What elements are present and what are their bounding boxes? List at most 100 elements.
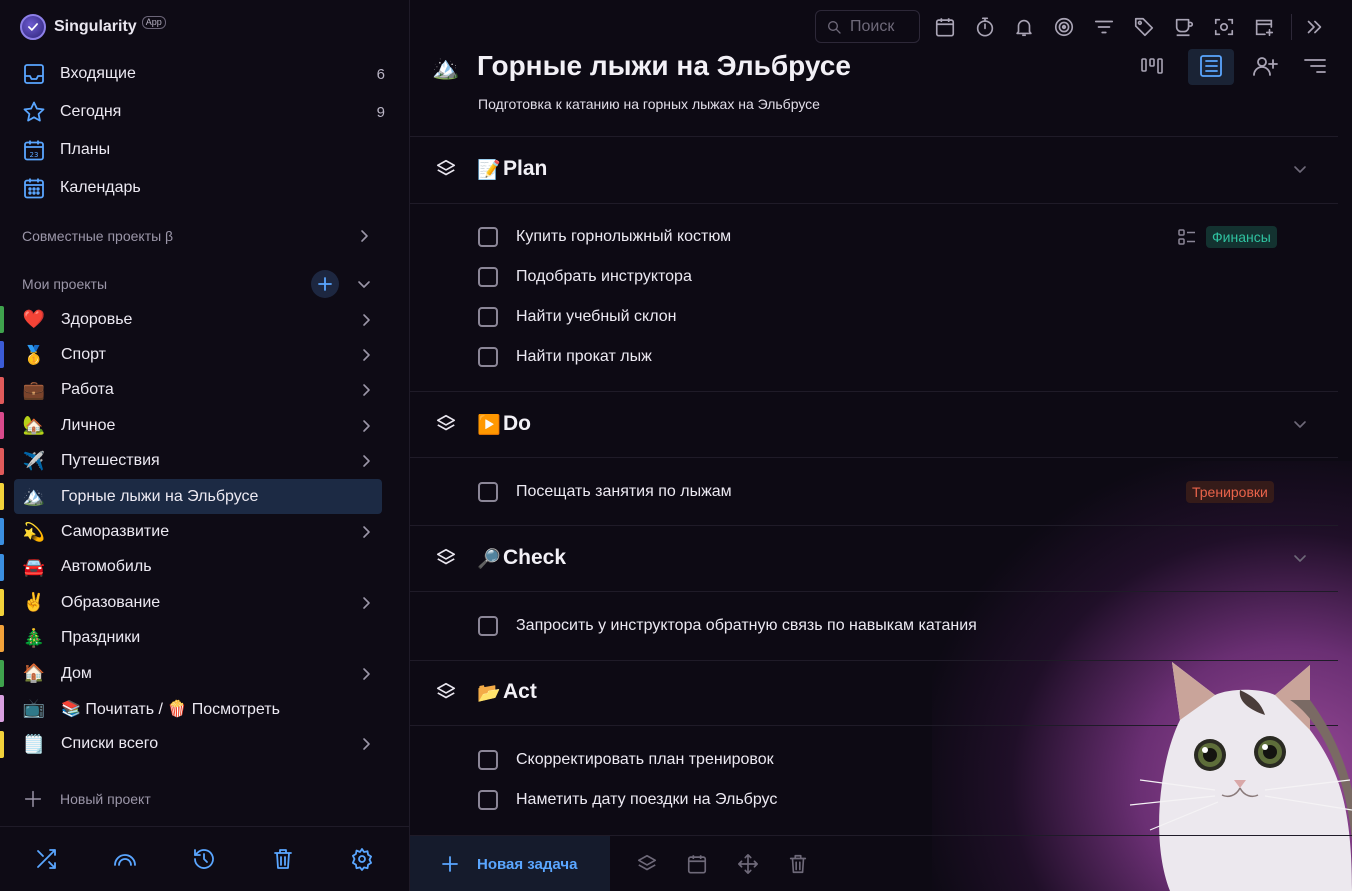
filter-icon[interactable] <box>1093 16 1115 38</box>
task-checkbox[interactable] <box>478 307 498 327</box>
bell-icon[interactable] <box>1013 16 1035 38</box>
chevron-right-icon[interactable] <box>358 595 374 611</box>
chevron-right-icon[interactable] <box>358 666 374 682</box>
nav-item-plans[interactable]: 23 Планы <box>0 131 410 169</box>
task-text[interactable]: Запросить у инструктора обратную связь п… <box>516 617 977 635</box>
chevron-right-icon[interactable] <box>358 347 374 363</box>
nav-item-calendar[interactable]: Календарь <box>0 169 410 207</box>
project-item[interactable]: ❤️ Здоровье <box>0 302 410 337</box>
task-row[interactable]: Запросить у инструктора обратную связь п… <box>410 608 1338 644</box>
layers-icon <box>435 547 457 569</box>
project-item[interactable]: 💼 Работа <box>0 373 410 408</box>
project-label: Саморазвитие <box>61 523 170 541</box>
task-checkbox[interactable] <box>478 347 498 367</box>
task-group-header[interactable]: 📝 Plan <box>410 149 1338 189</box>
project-label: Путешествия <box>61 452 160 470</box>
project-color-bar <box>0 518 4 546</box>
scan-focus-icon[interactable] <box>1213 16 1235 38</box>
nav-item-today[interactable]: Сегодня 9 <box>0 93 410 131</box>
group-title: Do <box>503 412 531 435</box>
tag-badge[interactable]: Тренировки <box>1186 481 1274 503</box>
task-checkbox[interactable] <box>478 482 498 502</box>
project-emoji: ✈️ <box>22 450 46 472</box>
trash-icon[interactable] <box>271 847 295 871</box>
task-text[interactable]: Найти прокат лыж <box>516 348 652 366</box>
chevron-down-icon[interactable] <box>1292 161 1308 177</box>
task-checkbox[interactable] <box>478 227 498 247</box>
trash-icon[interactable] <box>787 853 809 875</box>
chevron-down-icon[interactable] <box>356 276 372 292</box>
new-task-button[interactable]: Новая задача <box>410 836 610 891</box>
task-row[interactable]: Найти прокат лыж <box>410 339 1338 375</box>
task-text[interactable]: Наметить дату поездки на Эльбрус <box>516 791 777 809</box>
task-group-header[interactable]: 🔎 Check <box>410 538 1338 578</box>
focus-target-icon[interactable] <box>1053 16 1075 38</box>
add-project-button[interactable] <box>311 270 339 298</box>
signal-arc-icon[interactable] <box>113 847 137 871</box>
project-item[interactable]: 🗒️ Списки всего <box>0 727 410 762</box>
chevron-down-icon[interactable] <box>1292 550 1308 566</box>
chevron-right-icon[interactable] <box>358 312 374 328</box>
task-row[interactable]: Посещать занятия по лыжам Тренировки <box>410 474 1338 510</box>
project-label: Дом <box>61 664 92 682</box>
chevron-right-icon[interactable] <box>358 736 374 752</box>
chevron-right-icon[interactable] <box>358 418 374 434</box>
timer-icon[interactable] <box>974 16 996 38</box>
task-checkbox[interactable] <box>478 750 498 770</box>
chevron-right-icon[interactable] <box>358 382 374 398</box>
chevron-right-icon[interactable] <box>358 453 374 469</box>
collapse-double-chevron-icon[interactable] <box>1303 16 1325 38</box>
task-text[interactable]: Купить горнолыжный костюм <box>516 228 731 246</box>
nav-item-inbox[interactable]: Входящие 6 <box>0 55 410 93</box>
star-icon <box>22 100 46 124</box>
task-row[interactable]: Купить горнолыжный костюм Финансы <box>410 219 1338 255</box>
task-row[interactable]: Найти учебный склон <box>410 299 1338 335</box>
project-item[interactable]: 🏡 Личное <box>0 408 410 443</box>
sort-lines-icon[interactable] <box>1301 52 1329 80</box>
project-item[interactable]: 🥇 Спорт <box>0 337 410 372</box>
chevron-down-icon[interactable] <box>1292 416 1308 432</box>
task-checkbox[interactable] <box>478 616 498 636</box>
new-project-button[interactable]: Новый проект <box>22 788 151 810</box>
task-text[interactable]: Подобрать инструктора <box>516 268 692 286</box>
project-label: Работа <box>61 381 114 399</box>
project-item[interactable]: 🚘 Автомобиль <box>0 550 410 585</box>
project-item[interactable]: 🎄 Праздники <box>0 621 410 656</box>
tag-icon[interactable] <box>1133 16 1155 38</box>
chevron-right-icon[interactable] <box>356 228 372 244</box>
add-member-icon[interactable] <box>1251 52 1279 80</box>
project-item[interactable]: 💫 Саморазвитие <box>0 514 410 549</box>
calendar-icon[interactable] <box>686 853 708 875</box>
project-item[interactable]: ✈️ Путешествия <box>0 444 410 479</box>
app-brand[interactable]: Singularity App <box>20 14 166 40</box>
task-text[interactable]: Посещать занятия по лыжам <box>516 483 732 501</box>
shuffle-icon[interactable] <box>34 847 58 871</box>
layers-icon[interactable] <box>636 853 658 875</box>
task-checkbox[interactable] <box>478 790 498 810</box>
calendar-icon[interactable] <box>934 16 956 38</box>
task-text[interactable]: Найти учебный склон <box>516 308 676 326</box>
move-arrows-icon[interactable] <box>737 853 759 875</box>
gear-icon[interactable] <box>350 847 374 871</box>
layers-icon <box>435 158 457 180</box>
chevron-right-icon[interactable] <box>358 524 374 540</box>
add-window-icon[interactable] <box>1253 16 1275 38</box>
kanban-view-icon[interactable] <box>1138 52 1166 80</box>
task-group-header[interactable]: ▶️ Do <box>410 404 1338 444</box>
project-item[interactable]: 🏠 Дом <box>0 656 410 691</box>
task-text[interactable]: Скорректировать план тренировок <box>516 751 774 769</box>
shared-projects-title[interactable]: Совместные проекты β <box>22 228 173 244</box>
history-icon[interactable] <box>192 847 216 871</box>
project-item-active[interactable]: 🏔️ Горные лыжи на Эльбрусе <box>0 478 410 514</box>
tag-badge[interactable]: Финансы <box>1206 226 1277 248</box>
inbox-icon <box>22 62 46 86</box>
project-item[interactable]: 📺 📚 Почитать / 🍿 Посмотреть <box>0 691 410 726</box>
page-title[interactable]: Горные лыжи на Эльбрусе <box>477 50 851 82</box>
search-input[interactable]: Поиск <box>815 10 920 43</box>
project-item[interactable]: ✌️ Образование <box>0 585 410 620</box>
task-row[interactable]: Подобрать инструктора <box>410 259 1338 295</box>
task-checkbox[interactable] <box>478 267 498 287</box>
coffee-icon[interactable] <box>1173 16 1195 38</box>
list-view-icon[interactable] <box>1197 52 1225 80</box>
project-description[interactable]: Подготовка к катанию на горных лыжах на … <box>478 96 820 112</box>
